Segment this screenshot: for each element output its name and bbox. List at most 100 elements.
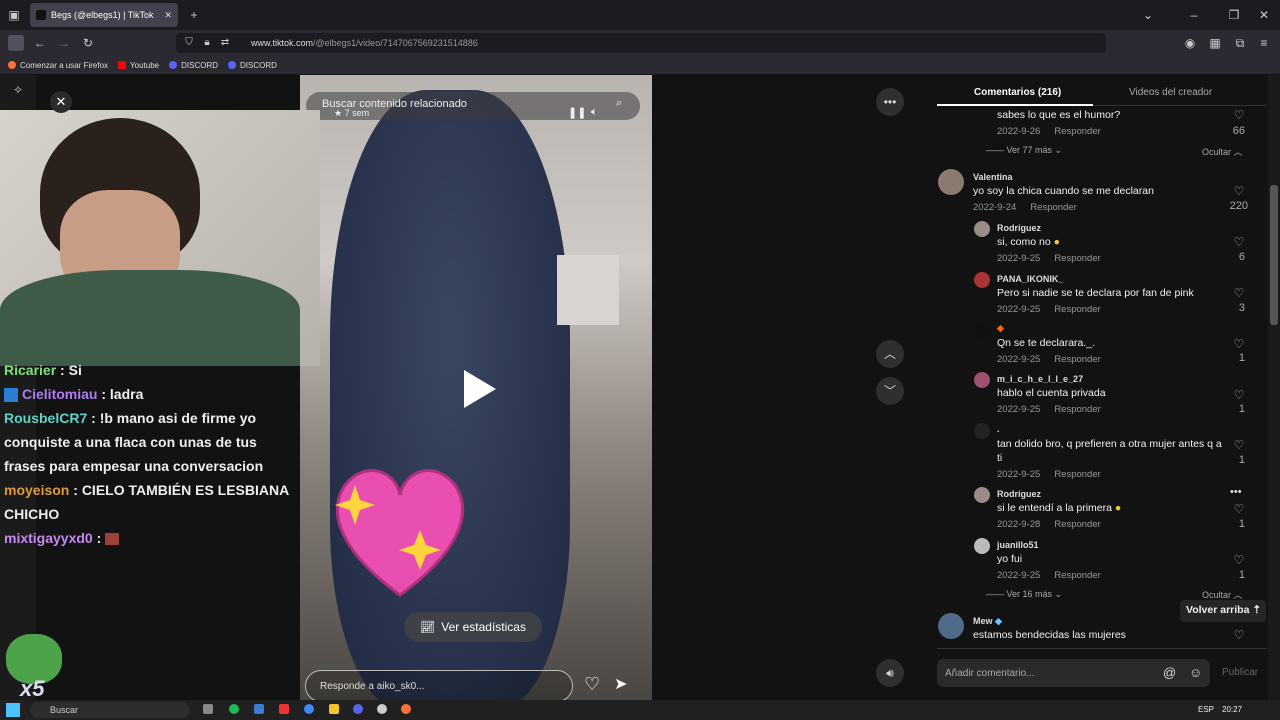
sidebar-toggle-icon[interactable] xyxy=(8,35,24,51)
taskbar-search[interactable]: Buscar xyxy=(30,702,190,718)
windows-start-icon[interactable] xyxy=(6,703,20,717)
reply-link[interactable]: Responder xyxy=(1054,354,1100,365)
like-icon[interactable]: ♡ xyxy=(1232,286,1246,300)
app-icon[interactable] xyxy=(254,704,264,714)
view-more-replies[interactable]: —— Ver 16 más ⌄ xyxy=(986,589,1062,600)
app-icon[interactable] xyxy=(279,704,289,714)
like-icon[interactable]: ♡ xyxy=(1232,553,1246,567)
minimize-icon[interactable]: – xyxy=(1186,7,1202,23)
close-window-icon[interactable]: ✕ xyxy=(1256,7,1272,23)
volume-icon[interactable]: 🔈︎ xyxy=(591,106,598,119)
like-icon[interactable]: ♡ xyxy=(1232,502,1246,516)
lock-icon[interactable]: 🔒︎ xyxy=(200,35,214,51)
comment-author[interactable]: juanillo51 xyxy=(997,540,1039,550)
avatar[interactable] xyxy=(974,423,990,439)
reply-link[interactable]: Responder xyxy=(1054,519,1100,530)
add-comment-input[interactable]: Añadir comentario... @ ☺ xyxy=(937,659,1210,687)
reload-icon[interactable]: ↻ xyxy=(80,35,96,51)
back-to-top-button[interactable]: Volver arriba ⇡ xyxy=(1180,600,1266,622)
play-icon[interactable] xyxy=(460,368,498,410)
comment-author[interactable]: m_i_c_h_e_l_l_e_27 xyxy=(997,374,1083,384)
avatar[interactable] xyxy=(974,372,990,388)
scrollbar-thumb[interactable] xyxy=(1270,185,1278,325)
reply-link[interactable]: Responder xyxy=(1054,404,1100,415)
like-icon[interactable]: ♡ xyxy=(1232,438,1246,452)
restore-icon[interactable]: ❐ xyxy=(1226,7,1242,23)
back-icon[interactable]: ← xyxy=(32,35,48,51)
emoji-picker-icon[interactable]: ☺ xyxy=(1189,665,1202,680)
send-icon[interactable]: ➤ xyxy=(614,674,627,694)
reply-link[interactable]: Responder xyxy=(1054,126,1100,137)
sparkle-icon[interactable]: ✧ xyxy=(10,82,26,98)
task-view-icon[interactable] xyxy=(203,704,213,714)
reply-link[interactable]: Responder xyxy=(1054,253,1100,264)
like-icon[interactable]: ♡ xyxy=(1232,108,1246,122)
bookmark-discord-2[interactable]: DISCORD xyxy=(228,61,277,70)
forward-icon[interactable]: → xyxy=(56,35,72,51)
extensions-puzzle-icon[interactable]: ⧉ xyxy=(1232,35,1248,51)
spotify-icon[interactable] xyxy=(229,704,239,714)
comment-author[interactable]: ◆ xyxy=(997,323,1004,334)
tab-list-icon[interactable]: ▣ xyxy=(6,7,22,23)
reply-link[interactable]: Responder xyxy=(1054,304,1100,315)
bookmark-youtube[interactable]: Youtube xyxy=(118,61,159,70)
close-tab-icon[interactable]: ✕ xyxy=(164,10,172,21)
clock[interactable]: 20:27 xyxy=(1222,705,1242,714)
like-icon[interactable]: ♡ xyxy=(1232,388,1246,402)
like-icon[interactable]: ♡ xyxy=(1232,628,1246,642)
comment-author[interactable]: Rodríguez xyxy=(997,223,1041,233)
comment-options-icon[interactable]: ••• xyxy=(1230,486,1242,498)
mention-icon[interactable]: @ xyxy=(1163,665,1176,680)
tab-creator-videos[interactable]: Videos del creador xyxy=(1129,87,1212,98)
file-explorer-icon[interactable] xyxy=(329,704,339,714)
firefox-icon[interactable] xyxy=(401,704,411,714)
search-icon[interactable]: ⌕ xyxy=(616,97,622,110)
shield-icon[interactable]: ⛉ xyxy=(182,35,196,51)
close-icon[interactable]: ✕ xyxy=(50,91,72,113)
extension-icon[interactable]: ▦ xyxy=(1207,35,1223,51)
avatar[interactable] xyxy=(974,272,990,288)
avatar[interactable] xyxy=(938,169,964,195)
like-icon[interactable]: ♡ xyxy=(1232,184,1246,198)
reply-link[interactable]: Responder xyxy=(1054,570,1100,581)
reply-link[interactable]: Responder xyxy=(1030,202,1076,213)
avatar[interactable] xyxy=(974,487,990,503)
bookmark-firefox[interactable]: Comenzar a usar Firefox xyxy=(8,61,108,70)
next-video-icon[interactable]: ﹀ xyxy=(876,377,904,405)
input-language[interactable]: ESP xyxy=(1198,705,1214,714)
like-icon[interactable]: ♡ xyxy=(1232,235,1246,249)
url-bar[interactable]: ⛉ 🔒︎ ⇄ www.tiktok.com/@elbegs1/video/714… xyxy=(176,33,1106,53)
menu-icon[interactable]: ≡ xyxy=(1256,35,1272,51)
permissions-icon[interactable]: ⇄ xyxy=(218,35,232,51)
comment-author[interactable]: . xyxy=(997,424,1000,434)
obs-icon[interactable] xyxy=(377,704,387,714)
scrollbar[interactable] xyxy=(1268,75,1280,700)
comment-author[interactable]: Valentina xyxy=(973,172,1013,182)
mute-icon[interactable]: 🔊︎ xyxy=(876,659,904,687)
avatar[interactable] xyxy=(938,613,964,639)
like-heart-icon[interactable]: ♡ xyxy=(584,674,600,695)
hide-replies[interactable]: Ocultar ︿ xyxy=(1202,145,1243,158)
comment-author[interactable]: PANA_IKONIK_ xyxy=(997,274,1063,284)
view-more-replies[interactable]: —— Ver 77 más ⌄ xyxy=(986,145,1062,156)
chrome-icon[interactable] xyxy=(304,704,314,714)
pause-icon[interactable]: ❚❚ xyxy=(568,106,586,119)
previous-video-icon[interactable]: ︿ xyxy=(876,340,904,368)
account-icon[interactable]: ◉ xyxy=(1182,35,1198,51)
browser-tab[interactable]: Begs (@elbegs1) | TikTok ✕ xyxy=(30,3,178,27)
reply-link[interactable]: Responder xyxy=(1054,469,1100,480)
like-icon[interactable]: ♡ xyxy=(1232,337,1246,351)
reply-input[interactable]: Responde a aiko_sk0... xyxy=(305,670,573,702)
publish-button[interactable]: Publicar xyxy=(1222,667,1258,678)
avatar[interactable] xyxy=(974,323,990,339)
bookmark-discord-1[interactable]: DISCORD xyxy=(169,61,218,70)
discord-icon[interactable] xyxy=(353,704,363,714)
avatar[interactable] xyxy=(974,538,990,554)
chevron-down-icon[interactable]: ⌄ xyxy=(1140,7,1156,23)
avatar[interactable] xyxy=(974,221,990,237)
new-tab-icon[interactable]: + xyxy=(186,7,202,23)
comment-author[interactable]: Rodríguez xyxy=(997,489,1041,499)
more-options-icon[interactable]: ••• xyxy=(876,88,904,116)
tab-comments[interactable]: Comentarios (216) xyxy=(974,87,1061,98)
view-stats-button[interactable]: 📈︎ Ver estadísticas xyxy=(404,612,542,642)
